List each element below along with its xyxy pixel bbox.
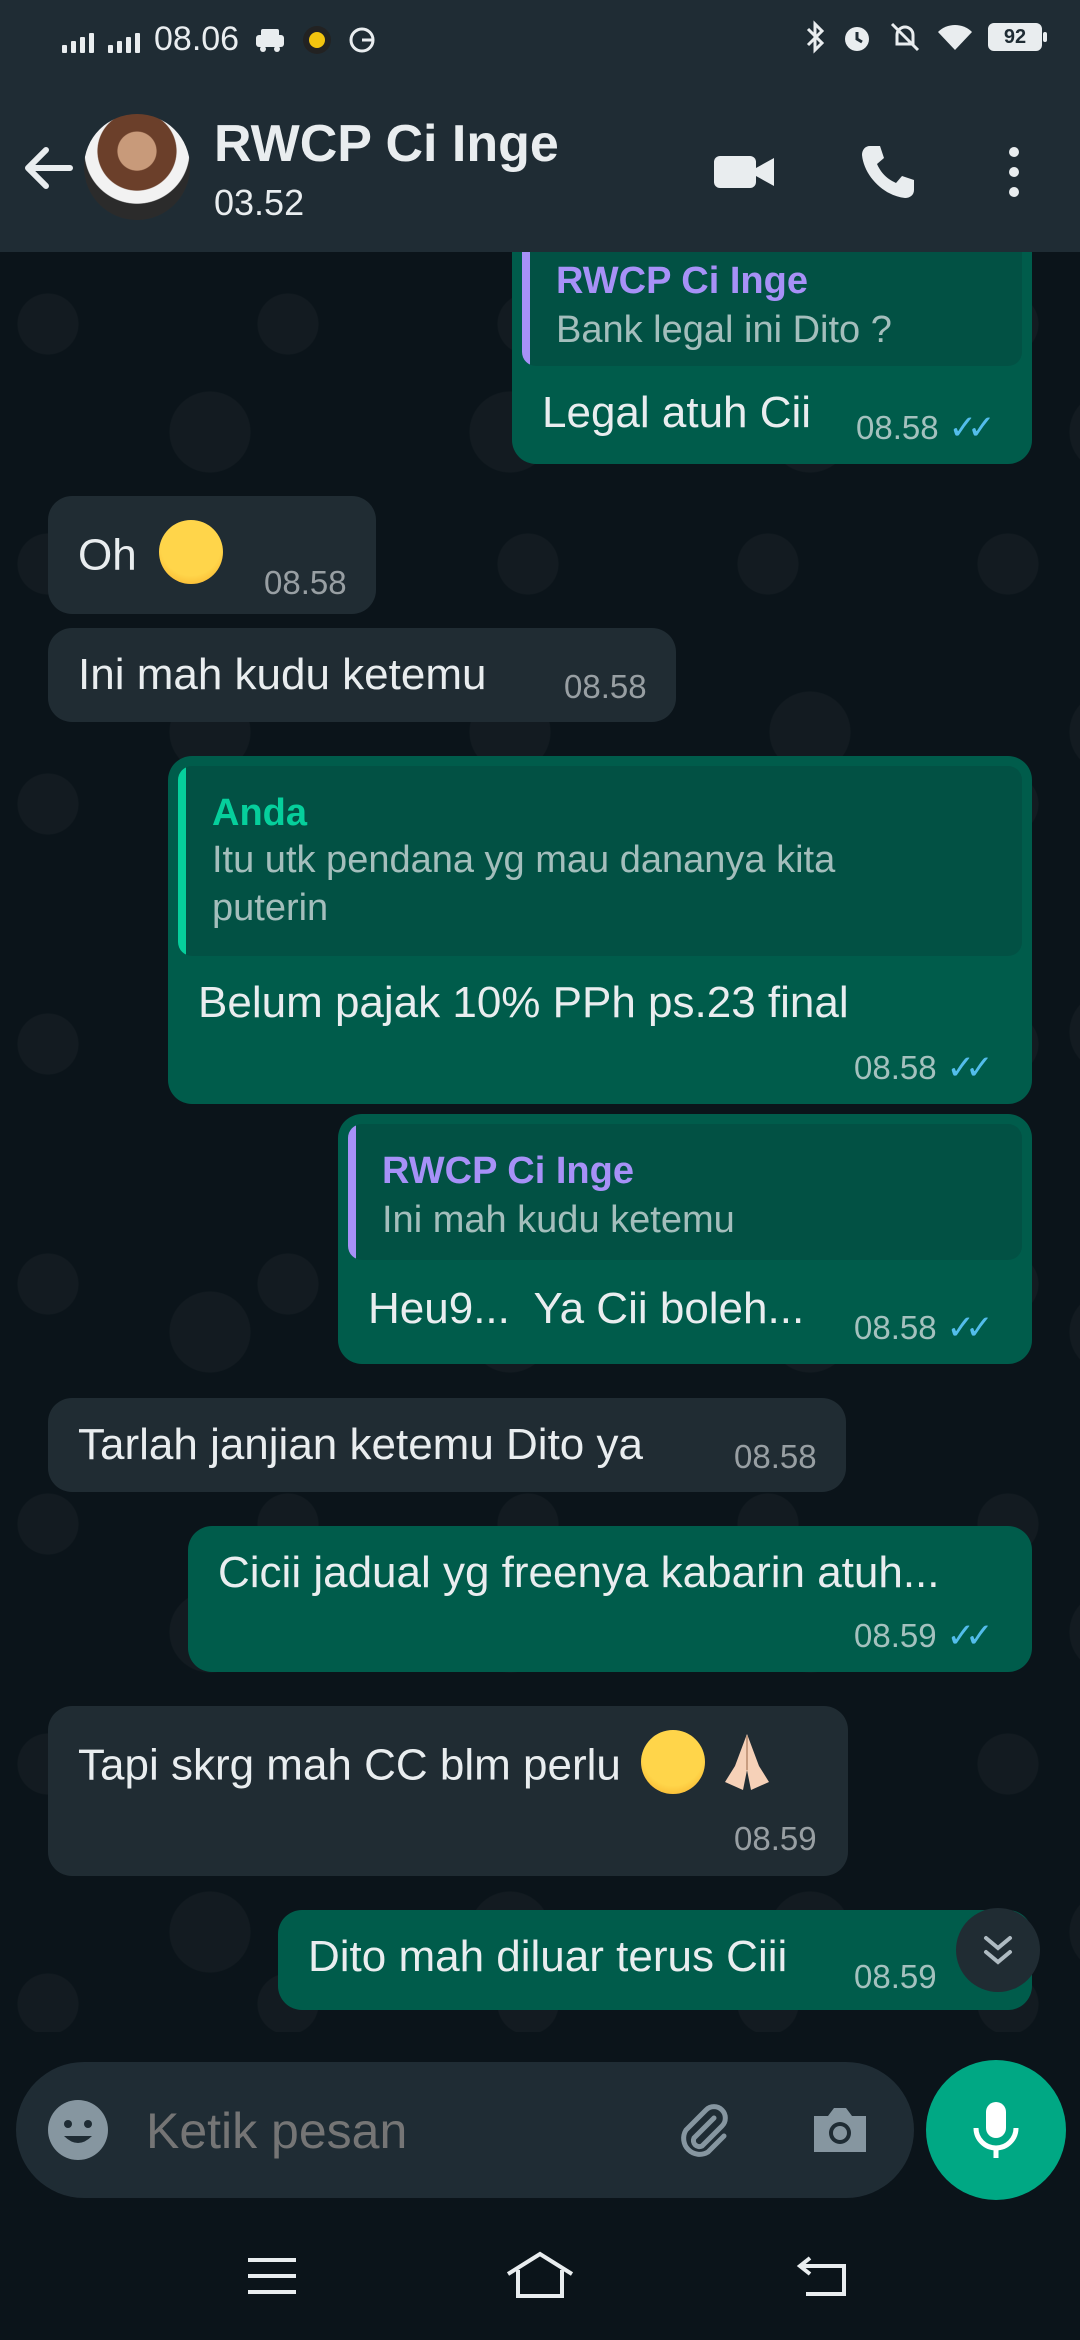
outgoing-message[interactable]: RWCP Ci Inge Bank legal ini Dito ? Legal… bbox=[512, 252, 1032, 464]
voice-message-button[interactable] bbox=[926, 2060, 1066, 2200]
camera-icon[interactable] bbox=[808, 2098, 872, 2162]
incoming-message[interactable]: Ini mah kudu ketemu 08.58 bbox=[48, 628, 676, 722]
status-bar: 08.06 92 bbox=[0, 0, 1080, 84]
read-ticks-icon: ✓✓ bbox=[946, 1049, 994, 1087]
quoted-author: Anda bbox=[212, 792, 307, 834]
alarm-icon bbox=[845, 27, 869, 51]
message-text: Dito mah diluar terus Ciii bbox=[308, 1932, 788, 1981]
quoted-message[interactable]: RWCP Ci Inge Ini mah kudu ketemu bbox=[348, 1124, 1022, 1260]
read-ticks-icon: ✓✓ bbox=[946, 1617, 994, 1655]
incoming-message[interactable]: Oh 08.58 bbox=[48, 496, 376, 614]
quoted-text-line-1: Itu utk pendana yg mau dananya kita bbox=[212, 839, 836, 881]
emoji-icon[interactable] bbox=[46, 2098, 110, 2162]
last-seen: 03.52 bbox=[214, 182, 305, 223]
message-composer[interactable] bbox=[16, 2062, 914, 2198]
outgoing-message[interactable]: Cicii jadual yg freenya kabarin atuh... … bbox=[188, 1526, 1032, 1672]
home-nav-icon[interactable] bbox=[504, 2250, 576, 2300]
message-text: Tarlah janjian ketemu Dito ya bbox=[78, 1420, 643, 1469]
back-nav-icon[interactable] bbox=[796, 2254, 852, 2298]
read-ticks-icon: ✓✓ bbox=[946, 1309, 994, 1347]
quoted-text-line-2: puterin bbox=[212, 887, 329, 929]
quoted-text: Bank legal ini Dito ? bbox=[556, 309, 892, 351]
back-arrow-icon[interactable] bbox=[20, 140, 76, 196]
menu-nav-icon[interactable] bbox=[244, 2254, 300, 2298]
wifi-icon bbox=[938, 24, 972, 50]
message-text: Heu9... Ya Cii boleh... bbox=[368, 1284, 805, 1333]
app-notification-icon bbox=[303, 25, 332, 54]
message-time: 08.58 bbox=[854, 1309, 937, 1346]
mute-icon bbox=[890, 22, 920, 52]
chat-header: RWCP Ci Inge 03.52 bbox=[0, 84, 1080, 252]
double-chevron-down-icon bbox=[984, 1936, 1012, 1965]
avatar[interactable] bbox=[84, 114, 190, 220]
message-time: 08.59 bbox=[854, 1958, 937, 1995]
quoted-author: RWCP Ci Inge bbox=[382, 1150, 634, 1192]
video-call-icon[interactable] bbox=[712, 140, 776, 204]
message-text: Cicii jadual yg freenya kabarin atuh... bbox=[218, 1548, 940, 1597]
message-time: 08.58 bbox=[264, 564, 347, 601]
microphone-icon bbox=[973, 2102, 1019, 2158]
message-text: Belum pajak 10% PPh ps.23 final bbox=[198, 978, 849, 1027]
bluetooth-icon bbox=[806, 20, 825, 54]
google-icon bbox=[349, 27, 375, 52]
message-text: Tapi skrg mah CC blm perlu bbox=[78, 1740, 621, 1790]
incoming-message[interactable]: Tapi skrg mah CC blm perlu 08.59 bbox=[48, 1706, 848, 1876]
signal-icon-2 bbox=[108, 27, 140, 53]
message-time: 08.59 bbox=[854, 1617, 937, 1654]
message-time: 08.58 bbox=[854, 1049, 937, 1086]
message-time: 08.58 bbox=[856, 409, 939, 446]
outgoing-message[interactable]: Anda Itu utk pendana yg mau dananya kita… bbox=[168, 756, 1032, 1104]
more-options-icon[interactable] bbox=[982, 140, 1046, 204]
message-text: Oh bbox=[78, 530, 137, 580]
smiling-emoji-icon bbox=[641, 1730, 706, 1794]
attachment-icon[interactable] bbox=[672, 2098, 736, 2162]
scroll-to-bottom-button[interactable] bbox=[956, 1908, 1040, 1992]
signal-icon bbox=[62, 27, 94, 53]
message-time: 08.58 bbox=[734, 1438, 817, 1475]
status-time: 08.06 bbox=[154, 20, 240, 58]
quoted-author: RWCP Ci Inge bbox=[556, 260, 808, 302]
quoted-text: Ini mah kudu ketemu bbox=[382, 1199, 735, 1241]
outgoing-message[interactable]: Dito mah diluar terus Ciii 08.59 bbox=[278, 1910, 1032, 2010]
message-time: 08.59 bbox=[734, 1820, 817, 1857]
voice-call-icon[interactable] bbox=[856, 140, 920, 204]
message-time: 08.58 bbox=[564, 668, 647, 705]
incoming-message[interactable]: Tarlah janjian ketemu Dito ya 08.58 bbox=[48, 1398, 846, 1492]
read-ticks-icon: ✓✓ bbox=[948, 409, 996, 447]
message-input[interactable] bbox=[144, 2096, 668, 2166]
contact-name[interactable]: RWCP Ci Inge bbox=[214, 114, 559, 174]
message-list[interactable]: RWCP Ci Inge Bank legal ini Dito ? Legal… bbox=[0, 252, 1080, 2032]
message-text: Ini mah kudu ketemu bbox=[78, 650, 487, 699]
battery-icon: 92 bbox=[988, 23, 1047, 51]
system-navigation-bar bbox=[0, 2214, 1080, 2340]
car-icon bbox=[256, 28, 285, 52]
quoted-message[interactable]: Anda Itu utk pendana yg mau dananya kita… bbox=[178, 766, 1022, 956]
outgoing-message[interactable]: RWCP Ci Inge Ini mah kudu ketemu Heu9...… bbox=[338, 1114, 1032, 1364]
folded-hands-emoji-icon bbox=[725, 1734, 770, 1790]
quoted-message[interactable]: RWCP Ci Inge Bank legal ini Dito ? bbox=[522, 252, 1022, 366]
grinning-emoji-icon bbox=[158, 520, 223, 584]
message-text: Legal atuh Cii bbox=[542, 388, 812, 437]
